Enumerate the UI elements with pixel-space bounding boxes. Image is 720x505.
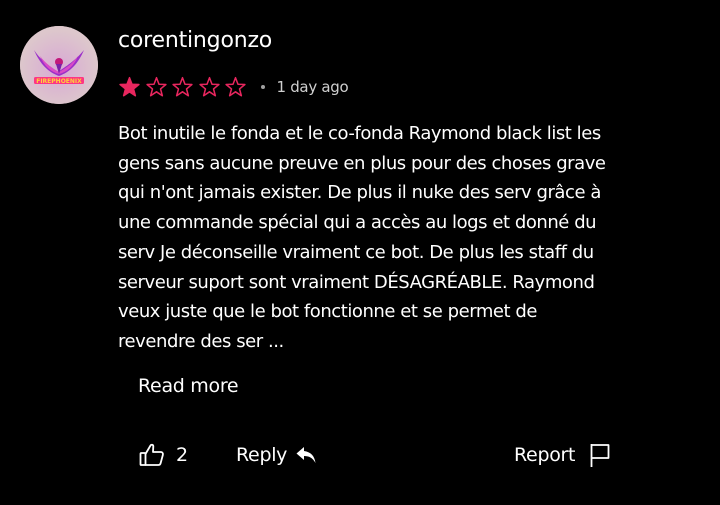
reply-button[interactable]: Reply	[236, 440, 317, 470]
review-text: Bot inutile le fonda et le co-fonda Raym…	[118, 123, 606, 352]
star-filled-icon	[118, 76, 141, 99]
avatar: FIREPHOENIX	[20, 26, 98, 104]
star-empty-icon	[171, 76, 194, 99]
separator-dot	[260, 85, 265, 89]
rating-row: 1 day ago	[118, 74, 349, 100]
like-count: 2	[176, 444, 189, 466]
username: corentingonzo	[118, 28, 273, 53]
svg-text:FIREPHOENIX: FIREPHOENIX	[36, 78, 82, 85]
report-button[interactable]: Report	[514, 440, 611, 470]
star-empty-icon	[198, 76, 221, 99]
report-label: Report	[514, 444, 576, 466]
flag-icon	[575, 442, 611, 468]
star-empty-icon	[224, 76, 247, 99]
reply-label: Reply	[236, 444, 288, 466]
star-empty-icon	[145, 76, 168, 99]
like-button[interactable]: 2	[138, 440, 188, 470]
read-more-button[interactable]: Read more	[138, 372, 239, 400]
star-rating	[118, 76, 251, 99]
phoenix-logo: FIREPHOENIX	[20, 26, 98, 104]
reply-arrow-icon	[287, 445, 317, 465]
thumbs-up-icon	[138, 441, 166, 469]
review-timestamp: 1 day ago	[276, 78, 349, 96]
